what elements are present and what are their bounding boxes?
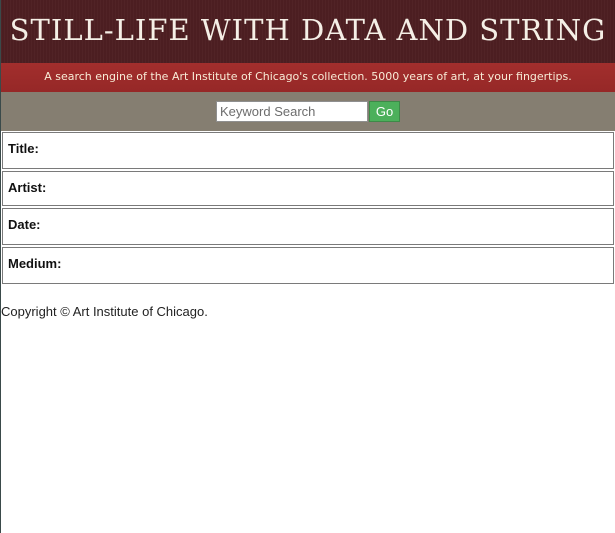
go-button[interactable]: Go (369, 101, 400, 122)
site-title: STILL-LIFE WITH DATA AND STRING (9, 13, 607, 47)
date-field: Date: (2, 208, 614, 245)
copyright-text: Copyright © Art Institute of Chicago. (1, 304, 208, 319)
site-tagline: A search engine of the Art Institute of … (1, 63, 615, 92)
header-banner: STILL-LIFE WITH DATA AND STRING (1, 0, 615, 63)
keyword-search-input[interactable] (216, 101, 368, 122)
medium-field: Medium: (2, 247, 614, 284)
artist-label: Artist: (8, 180, 47, 195)
search-bar: Go (1, 92, 615, 131)
result-fields: Title: Artist: Date: Medium: (1, 132, 615, 284)
page: STILL-LIFE WITH DATA AND STRING A search… (1, 0, 615, 533)
title-label: Title: (8, 141, 39, 156)
date-label: Date: (8, 217, 41, 232)
title-field: Title: (2, 132, 614, 169)
site-header: STILL-LIFE WITH DATA AND STRING A search… (1, 0, 615, 92)
artist-field: Artist: (2, 171, 614, 206)
medium-label: Medium: (8, 256, 62, 271)
